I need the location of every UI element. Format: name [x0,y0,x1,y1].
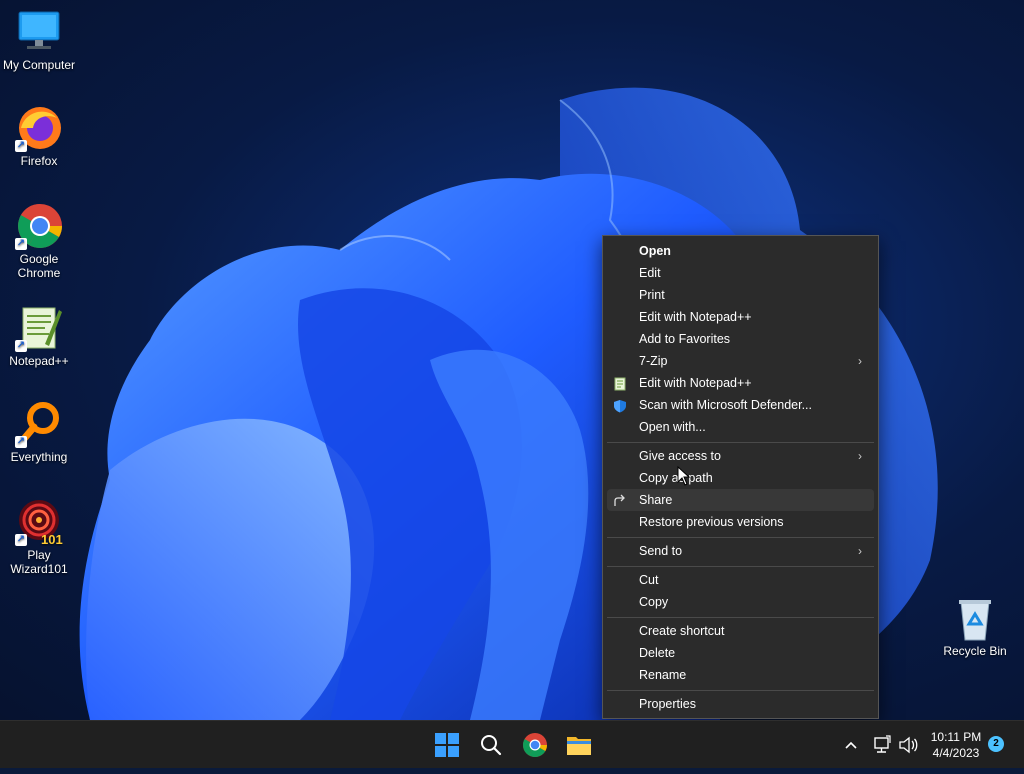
menu-item-open-with[interactable]: Open with... [607,416,874,438]
notepadpp-icon: ↗ [15,304,63,352]
clock-time: 10:11 PM [930,730,982,744]
desktop-icon-chrome[interactable]: ↗ Google Chrome [0,202,78,280]
menu-item-edit[interactable]: Edit [607,262,874,284]
desktop[interactable]: My Computer ↗ Firefox ↗ Google Chrome ↗ … [0,0,1024,720]
chevron-up-icon [845,741,857,749]
defender-shield-icon [613,398,627,413]
share-icon [613,493,627,507]
file-explorer-icon [567,737,591,755]
start-icon [435,733,459,757]
chrome-icon [522,733,547,758]
start-button[interactable] [429,727,465,763]
menu-item-cut[interactable]: Cut [607,569,874,591]
menu-item-rename[interactable]: Rename [607,664,874,686]
desktop-icon-wizard101[interactable]: 101 ↗ Play Wizard101 [0,498,78,576]
menu-item-share[interactable]: Share [607,489,874,511]
desktop-icon-label: Firefox [20,154,58,168]
chevron-right-icon: › [858,354,862,368]
volume-icon [899,736,918,754]
mouse-cursor-icon [677,466,691,486]
notepadpp-icon [613,376,627,391]
menu-item-edit-with-notepadpp[interactable]: Edit with Notepad++ [607,306,874,328]
menu-separator [607,617,874,618]
menu-item-delete[interactable]: Delete [607,642,874,664]
desktop-icon-label: Recycle Bin [943,644,1007,658]
menu-item-restore-previous-versions[interactable]: Restore previous versions [607,511,874,533]
chevron-right-icon: › [858,544,862,558]
chevron-right-icon: › [858,449,862,463]
menu-item-scan-defender[interactable]: Scan with Microsoft Defender... [607,394,874,416]
shortcut-arrow-icon: ↗ [15,436,27,448]
recycle-bin-icon [951,594,999,642]
shortcut-arrow-icon: ↗ [15,340,27,352]
monitor-icon [15,8,63,56]
menu-item-send-to[interactable]: Send to › [607,540,874,562]
everything-icon: ↗ [15,400,63,448]
chrome-icon: ↗ [15,202,63,250]
show-hidden-icons-button[interactable] [840,721,862,769]
desktop-icon-my-computer[interactable]: My Computer [0,8,78,72]
shortcut-arrow-icon: ↗ [15,534,27,546]
search-button[interactable] [473,727,509,763]
menu-item-create-shortcut[interactable]: Create shortcut [607,620,874,642]
desktop-icon-label: Google Chrome [17,252,61,280]
desktop-icon-everything[interactable]: ↗ Everything [0,400,78,464]
file-explorer-button[interactable] [561,727,597,763]
wizard101-icon: 101 ↗ [15,498,63,547]
clock-date: 4/4/2023 [932,746,980,760]
menu-separator [607,690,874,691]
desktop-icon-label: My Computer [2,58,76,72]
menu-item-give-access[interactable]: Give access to › [607,445,874,467]
menu-item-7zip[interactable]: 7-Zip › [607,350,874,372]
desktop-icon-notepadpp[interactable]: ↗ Notepad++ [0,304,78,368]
chrome-taskbar-button[interactable] [517,727,553,763]
network-icon [874,735,891,753]
shortcut-arrow-icon: ↗ [15,238,27,250]
firefox-icon: ↗ [15,104,63,152]
menu-item-add-to-favorites[interactable]: Add to Favorites [607,328,874,350]
search-icon [481,735,502,756]
volume-button[interactable] [896,721,920,769]
network-button[interactable] [870,721,894,769]
shortcut-arrow-icon: ↗ [15,140,27,152]
taskbar: 10:11 PM 4/4/2023 [0,720,1024,768]
menu-item-edit-with-notepadpp-2[interactable]: Edit with Notepad++ [607,372,874,394]
clock[interactable]: 10:11 PM 4/4/2023 [926,729,986,761]
svg-text:101: 101 [41,532,63,546]
menu-item-properties[interactable]: Properties [607,693,874,715]
desktop-icon-firefox[interactable]: ↗ Firefox [0,104,78,168]
desktop-icon-label: Notepad++ [9,354,69,368]
menu-item-copy-as-path[interactable]: Copy as path [607,467,874,489]
menu-item-print[interactable]: Print [607,284,874,306]
desktop-icon-label: Play Wizard101 [10,548,68,576]
context-menu: Open Edit Print Edit with Notepad++ Add … [602,235,879,719]
desktop-icon-recycle-bin[interactable]: Recycle Bin [936,594,1014,658]
menu-item-copy[interactable]: Copy [607,591,874,613]
menu-separator [607,537,874,538]
menu-item-open[interactable]: Open [607,240,874,262]
notification-badge[interactable]: 2 [988,736,1004,752]
menu-separator [607,566,874,567]
menu-separator [607,442,874,443]
desktop-icon-label: Everything [10,450,68,464]
